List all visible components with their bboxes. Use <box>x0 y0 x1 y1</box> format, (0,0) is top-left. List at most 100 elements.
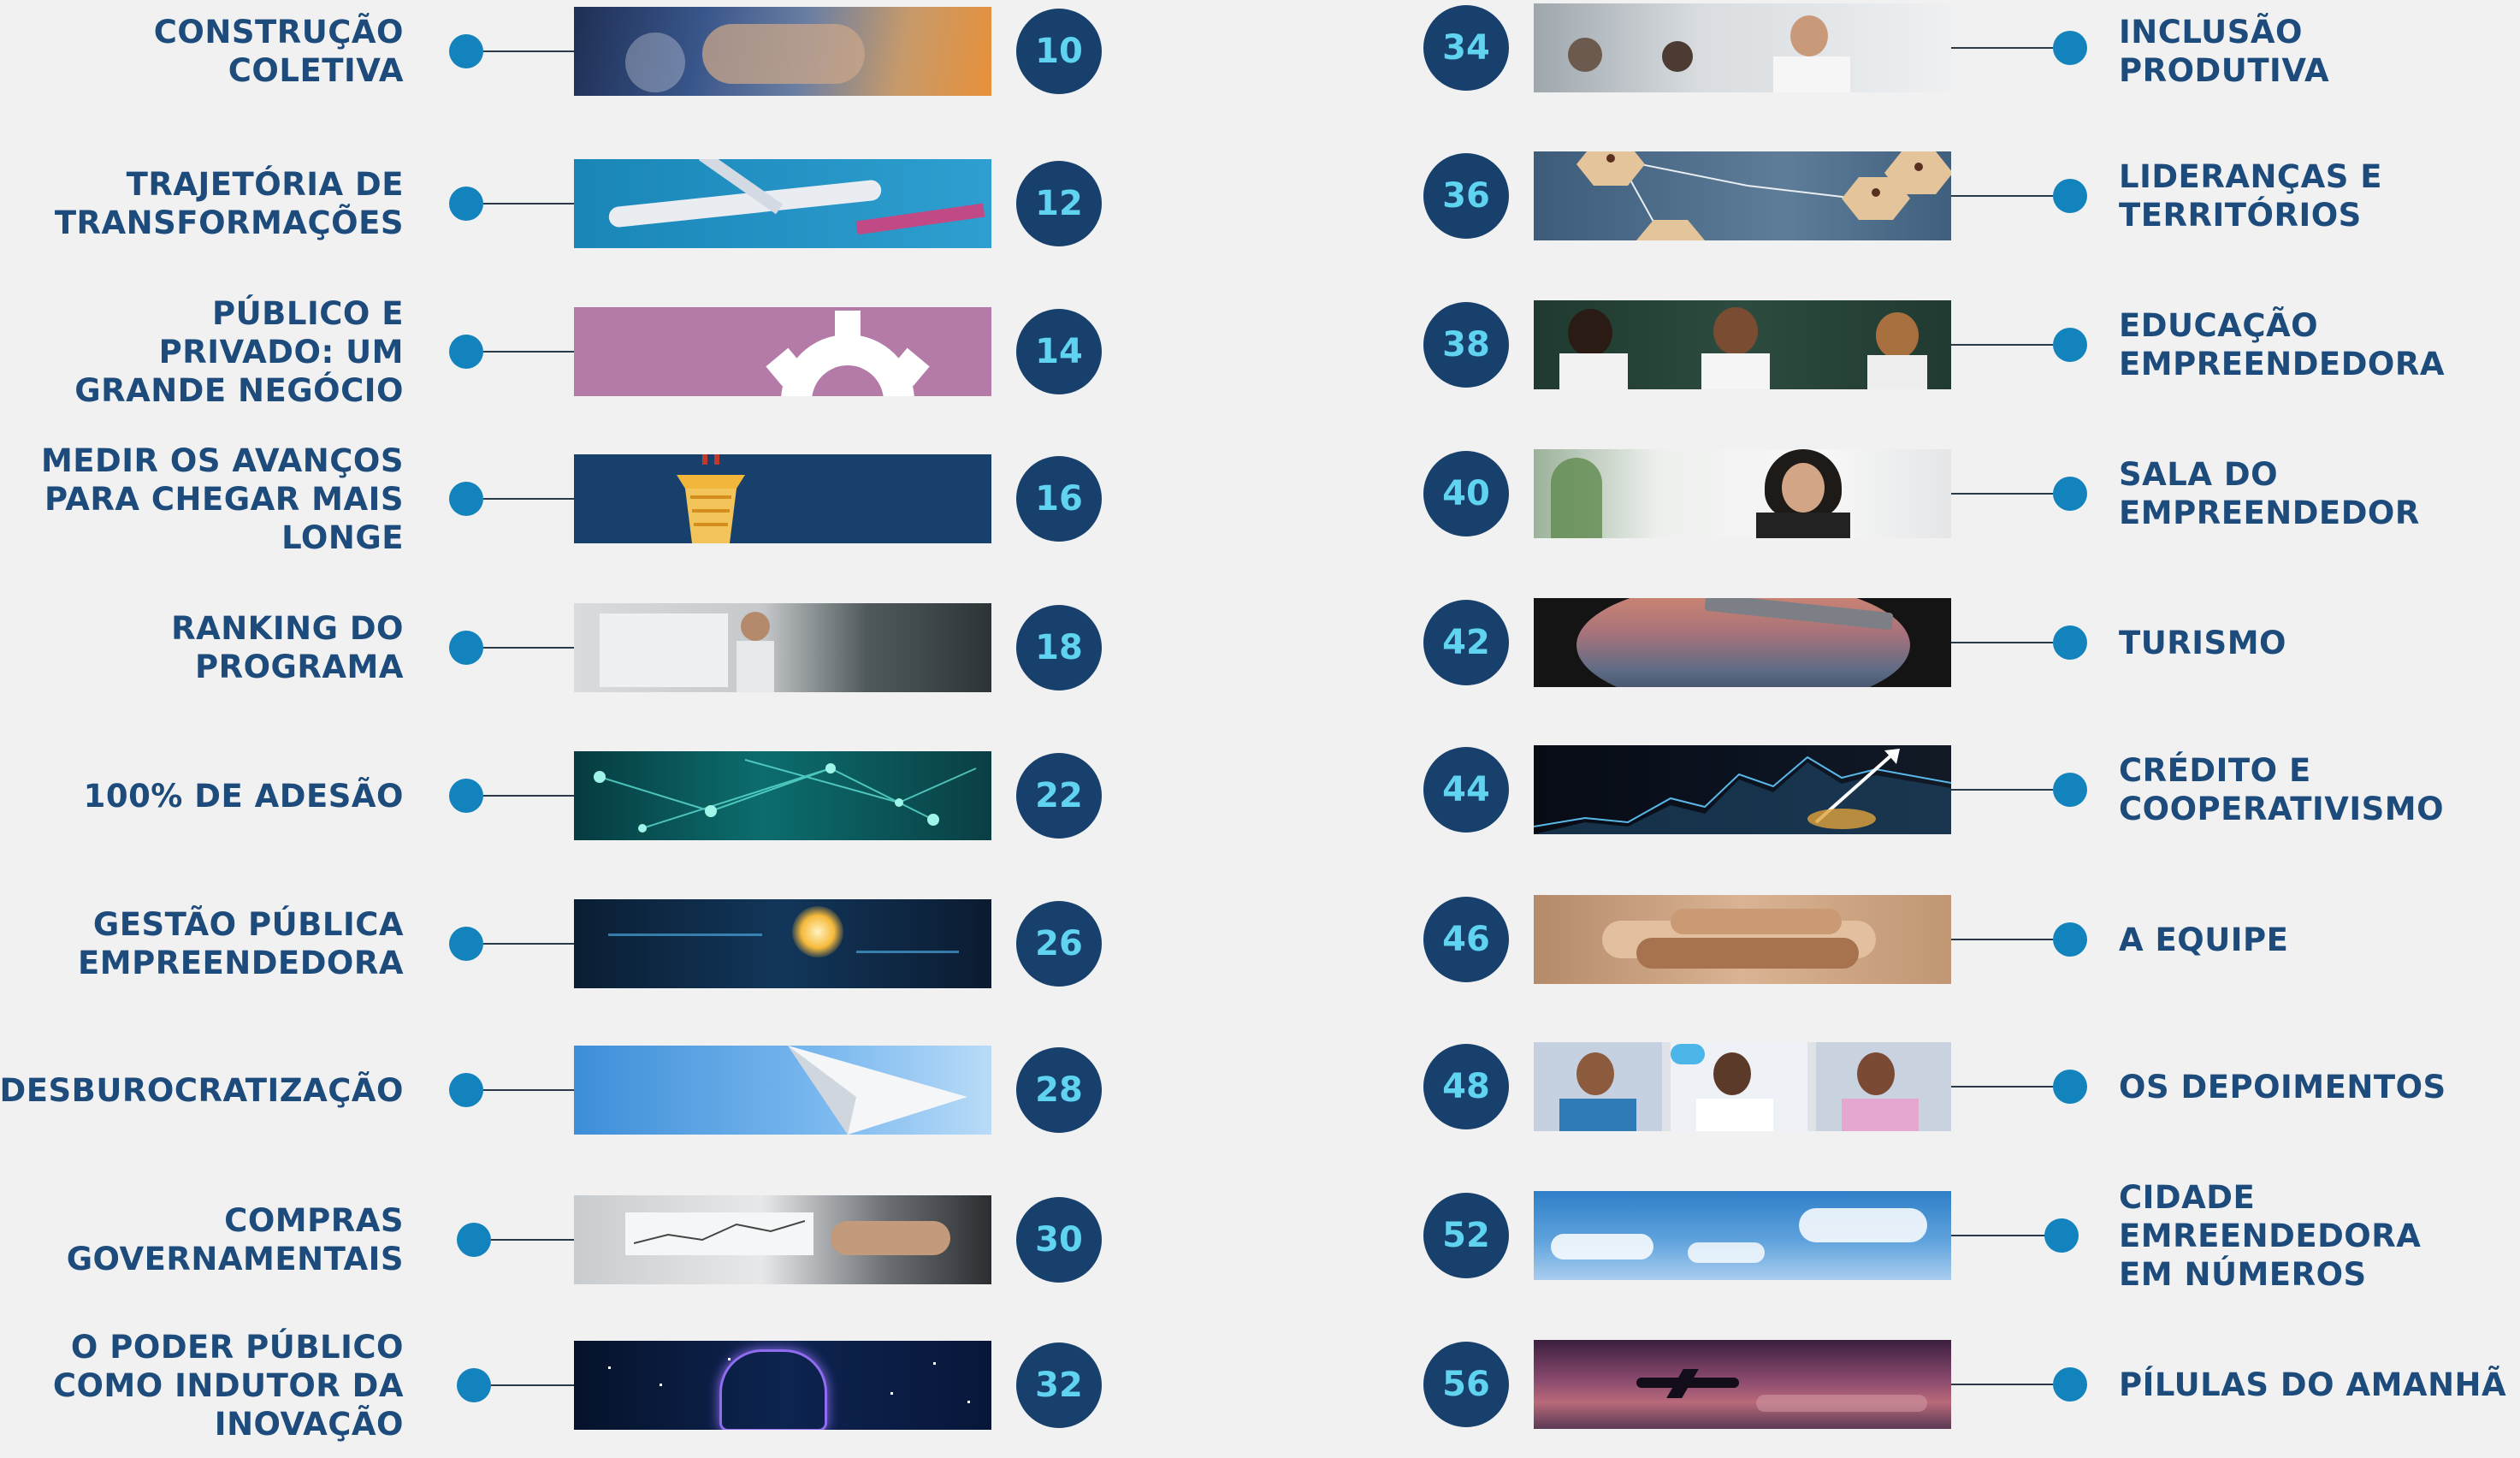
page-number-badge[interactable]: 42 <box>1423 600 1509 685</box>
toc-entry[interactable]: GESTÃO PÚBLICA EMPREENDEDORA 26 <box>0 871 1260 1016</box>
toc-entry-title-line: EMREENDEDORA <box>2119 1217 2422 1254</box>
toc-entry[interactable]: 36 LIDERANÇAS E TERRITÓRIOS <box>1260 123 2520 269</box>
toc-entry[interactable]: 100% DE ADESÃO 22 <box>0 723 1260 868</box>
toc-entry[interactable]: TRAJETÓRIA DE TRANSFORMAÇÕES 12 <box>0 131 1260 276</box>
page-number-badge[interactable]: 12 <box>1016 161 1102 246</box>
page-number-badge[interactable]: 52 <box>1423 1193 1509 1278</box>
connector-line <box>1951 195 2053 197</box>
page-number-badge[interactable]: 14 <box>1016 309 1102 394</box>
toc-entry-title: PÍLULAS DO AMANHÃ <box>2119 1312 2506 1457</box>
page-number-badge[interactable]: 30 <box>1016 1197 1102 1283</box>
bullet-dot <box>2044 1218 2079 1253</box>
toc-entry[interactable]: 38 EDUCAÇÃO EMPREENDEDORA <box>1260 272 2520 418</box>
page-number-badge[interactable]: 28 <box>1016 1047 1102 1133</box>
bullet-dot <box>449 34 483 68</box>
contents-right-column: 34 INCLUSÃO PRODUTIVA 36 LIDERANÇAS E TE… <box>1260 0 2520 1446</box>
connector-line <box>483 498 574 500</box>
page-number-badge[interactable]: 46 <box>1423 897 1509 982</box>
connector-line <box>1951 47 2053 49</box>
page-number-badge[interactable]: 16 <box>1016 456 1102 542</box>
toc-entry[interactable]: COMPRAS GOVERNAMENTAIS 30 <box>0 1167 1260 1313</box>
toc-entry-title-line: COOPERATIVISMO <box>2119 791 2445 827</box>
toc-entry-title: CRÉDITO E COOPERATIVISMO <box>2119 717 2444 862</box>
toc-entry[interactable]: 44 CRÉDITO E COOPERATIVISMO <box>1260 717 2520 862</box>
toc-entry[interactable]: 48 OS DEPOIMENTOS <box>1260 1014 2520 1159</box>
page-number-badge[interactable]: 34 <box>1423 5 1509 91</box>
toc-entry-title-line: LONGE <box>281 519 404 556</box>
bullet-dot <box>2053 1070 2087 1104</box>
bullet-dot <box>2053 179 2087 213</box>
connector-line <box>483 351 574 353</box>
toc-entry-title: RANKING DO PROGRAMA <box>171 575 404 720</box>
bullet-dot <box>2053 328 2087 362</box>
page-number-badge[interactable]: 38 <box>1423 302 1509 388</box>
bullet-dot <box>2053 922 2087 957</box>
toc-entry-title-line: PRIVADO: UM <box>158 333 404 370</box>
toc-entry-title: PÚBLICO E PRIVADO: UM GRANDE NEGÓCIO <box>74 279 404 424</box>
page-number-badge[interactable]: 10 <box>1016 9 1102 94</box>
toc-entry-title-line: A EQUIPE <box>2119 921 2289 958</box>
bullet-dot <box>449 779 483 813</box>
toc-entry[interactable]: 42 TURISMO <box>1260 570 2520 715</box>
toc-entry-title-line: RANKING DO <box>171 610 404 647</box>
connector-line <box>1951 1235 2053 1236</box>
toc-entry[interactable]: PÚBLICO E PRIVADO: UM GRANDE NEGÓCIO 14 <box>0 279 1260 424</box>
toc-entry-title-line: PRODUTIVA <box>2119 52 2330 89</box>
toc-entry-title: SALA DO EMPREENDEDOR <box>2119 421 2420 566</box>
toc-entry-title-line: PARA CHEGAR MAIS <box>44 480 404 518</box>
toc-entry-title-line: OS DEPOIMENTOS <box>2119 1068 2446 1105</box>
toc-entry-title-line: EMPREENDEDORA <box>78 945 404 981</box>
connector-line <box>1951 939 2053 940</box>
connector-line <box>483 943 574 945</box>
toc-entry-title-line: CRÉDITO E <box>2119 752 2311 789</box>
toc-entry[interactable]: 56 PÍLULAS DO AMANHÃ <box>1260 1312 2520 1457</box>
toc-entry-title-line: GOVERNAMENTAIS <box>66 1241 404 1277</box>
toc-entry[interactable]: 52 CIDADE EMREENDEDORA EM NÚMEROS <box>1260 1163 2520 1308</box>
toc-entry-title-line: GESTÃO PÚBLICA <box>92 906 404 943</box>
toc-entry[interactable]: RANKING DO PROGRAMA 18 <box>0 575 1260 720</box>
toc-entry-title-line: SALA DO <box>2119 456 2279 493</box>
page-number-badge[interactable]: 40 <box>1423 451 1509 536</box>
page-number-badge[interactable]: 26 <box>1016 901 1102 987</box>
toc-entry-title-line: DESBUROCRATIZAÇÃO <box>0 1071 404 1109</box>
page-number-badge[interactable]: 32 <box>1016 1342 1102 1428</box>
page-number-badge[interactable]: 36 <box>1423 153 1509 239</box>
connector-line <box>1951 344 2053 346</box>
toc-entry-title-line: EM NÚMEROS <box>2119 1255 2367 1293</box>
stacked-hands-photo <box>1534 895 1951 984</box>
toc-entry-title: O PODER PÚBLICO COMO INDUTOR DA INOVAÇÃO <box>53 1313 404 1458</box>
connector-line <box>483 203 574 204</box>
connector-line <box>1951 789 2053 791</box>
bullet-dot <box>449 187 483 221</box>
page-number-badge[interactable]: 48 <box>1423 1044 1509 1129</box>
toc-entry-title-line: LIDERANÇAS E <box>2119 158 2383 195</box>
toc-entry[interactable]: 40 SALA DO EMPREENDEDOR <box>1260 421 2520 566</box>
toc-entry-title: CIDADE EMREENDEDORA EM NÚMEROS <box>2119 1163 2421 1308</box>
hexagon-people-network-image <box>1534 151 1951 240</box>
page-number-badge[interactable]: 44 <box>1423 747 1509 833</box>
toc-entry[interactable]: O PODER PÚBLICO COMO INDUTOR DA INOVAÇÃO… <box>0 1313 1260 1458</box>
toc-entry[interactable]: 46 A EQUIPE <box>1260 867 2520 1012</box>
page-number-badge[interactable]: 22 <box>1016 753 1102 839</box>
page-number-badge[interactable]: 56 <box>1423 1342 1509 1427</box>
toc-entry[interactable]: 34 INCLUSÃO PRODUTIVA <box>1260 0 2520 121</box>
blue-sky-clouds-photo <box>1534 1191 1951 1280</box>
toc-entry-title-line: PROGRAMA <box>194 649 404 685</box>
bullet-dot <box>449 927 483 961</box>
toc-entry-title: TURISMO <box>2119 570 2286 715</box>
bullet-dot <box>457 1368 491 1402</box>
lightbulb-innovation-image <box>574 899 991 988</box>
bullet-dot <box>2053 625 2087 660</box>
bullet-dot <box>449 631 483 665</box>
toc-entry[interactable]: MEDIR OS AVANÇOS PARA CHEGAR MAIS LONGE … <box>0 426 1260 572</box>
bullet-dot <box>2053 477 2087 511</box>
airplane-purple-sky-photo <box>1534 1340 1951 1429</box>
toc-entry-title: COMPRAS GOVERNAMENTAIS <box>67 1167 404 1313</box>
toc-entry-title-line: INOVAÇÃO <box>214 1405 404 1443</box>
toc-entry[interactable]: CONSTRUÇÃO COLETIVA 10 <box>0 0 1260 124</box>
toc-entry-title-line: COMPRAS <box>224 1202 404 1239</box>
bullet-dot <box>2053 773 2087 807</box>
page-number-badge[interactable]: 18 <box>1016 605 1102 690</box>
connector-line <box>491 1384 574 1386</box>
toc-entry[interactable]: DESBUROCRATIZAÇÃO 28 <box>0 1017 1260 1163</box>
